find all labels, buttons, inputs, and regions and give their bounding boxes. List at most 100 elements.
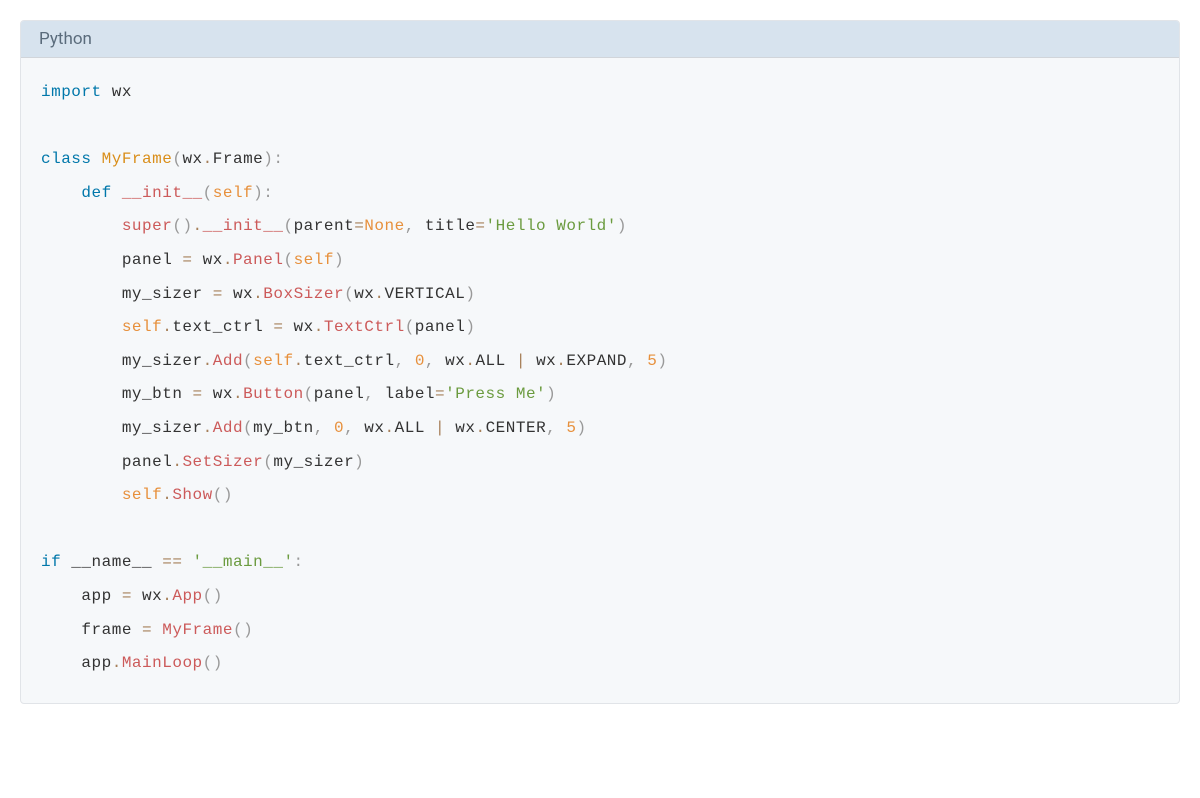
code-token: self bbox=[122, 486, 162, 504]
code-token: 0 bbox=[334, 419, 344, 437]
code-token: ) bbox=[465, 285, 475, 303]
code-token: label bbox=[374, 385, 435, 403]
code-line: panel.SetSizer(my_sizer) bbox=[41, 446, 1159, 480]
code-token: my_sizer bbox=[41, 419, 203, 437]
code-line: my_sizer = wx.BoxSizer(wx.VERTICAL) bbox=[41, 278, 1159, 312]
code-token: TextCtrl bbox=[324, 318, 405, 336]
code-token: wx bbox=[445, 419, 475, 437]
code-token: . bbox=[162, 486, 172, 504]
code-token: ( bbox=[344, 285, 354, 303]
code-token: Show bbox=[172, 486, 212, 504]
code-token: . bbox=[465, 352, 475, 370]
code-token: wx bbox=[435, 352, 465, 370]
code-token: . bbox=[203, 419, 213, 437]
code-token: , bbox=[546, 419, 556, 437]
code-token: class bbox=[41, 150, 92, 168]
code-token: . bbox=[253, 285, 263, 303]
code-body[interactable]: import wx class MyFrame(wx.Frame): def _… bbox=[21, 58, 1179, 703]
code-token: ) bbox=[243, 621, 253, 639]
code-token: ( bbox=[203, 184, 213, 202]
code-token: panel bbox=[314, 385, 365, 403]
code-token: ( bbox=[405, 318, 415, 336]
code-token: __init__ bbox=[203, 217, 284, 235]
code-language-header: Python bbox=[21, 21, 1179, 58]
code-token: . bbox=[385, 419, 395, 437]
code-token: text_ctrl bbox=[172, 318, 273, 336]
code-token: self bbox=[253, 352, 293, 370]
code-token: . bbox=[556, 352, 566, 370]
code-token bbox=[152, 621, 162, 639]
code-token: == bbox=[162, 553, 182, 571]
code-token: 0 bbox=[415, 352, 425, 370]
code-token: , bbox=[344, 419, 354, 437]
code-line: if __name__ == '__main__': bbox=[41, 546, 1159, 580]
code-token: EXPAND bbox=[566, 352, 627, 370]
code-token: my_sizer bbox=[41, 285, 213, 303]
code-token: | bbox=[435, 419, 445, 437]
code-token: ) bbox=[354, 453, 364, 471]
code-token: wx bbox=[354, 285, 374, 303]
code-line: self.text_ctrl = wx.TextCtrl(panel) bbox=[41, 311, 1159, 345]
code-token: ALL bbox=[475, 352, 515, 370]
code-token: MyFrame bbox=[102, 150, 173, 168]
code-token: __name__ bbox=[61, 553, 162, 571]
code-token: super bbox=[122, 217, 173, 235]
code-token: = bbox=[122, 587, 132, 605]
code-token: ( bbox=[263, 453, 273, 471]
code-token: text_ctrl bbox=[304, 352, 395, 370]
code-token: 5 bbox=[566, 419, 576, 437]
code-token: . bbox=[172, 453, 182, 471]
code-token: . bbox=[112, 654, 122, 672]
code-token: panel bbox=[41, 453, 172, 471]
code-token: my_btn bbox=[41, 385, 193, 403]
code-token: , bbox=[425, 352, 435, 370]
code-token: ( bbox=[304, 385, 314, 403]
code-token: ) bbox=[213, 654, 223, 672]
code-token: = bbox=[273, 318, 283, 336]
code-token: VERTICAL bbox=[385, 285, 466, 303]
code-token: __init__ bbox=[122, 184, 203, 202]
code-token: parent bbox=[294, 217, 355, 235]
code-token: ( bbox=[283, 217, 293, 235]
code-line: app.MainLoop() bbox=[41, 647, 1159, 681]
code-token: . bbox=[314, 318, 324, 336]
code-token: my_sizer bbox=[273, 453, 354, 471]
code-token: title bbox=[415, 217, 476, 235]
code-token: : bbox=[263, 184, 273, 202]
code-token: my_btn bbox=[253, 419, 314, 437]
code-line bbox=[41, 110, 1159, 144]
code-token: ) bbox=[334, 251, 344, 269]
code-token: Add bbox=[213, 419, 243, 437]
code-token: None bbox=[364, 217, 404, 235]
code-token: = bbox=[182, 251, 192, 269]
code-token: , bbox=[364, 385, 374, 403]
code-line: import wx bbox=[41, 76, 1159, 110]
code-token bbox=[41, 217, 122, 235]
code-token: App bbox=[172, 587, 202, 605]
code-token: MainLoop bbox=[122, 654, 203, 672]
code-token: if bbox=[41, 553, 61, 571]
code-token: CENTER bbox=[486, 419, 547, 437]
code-token: . bbox=[203, 150, 213, 168]
code-token: . bbox=[203, 352, 213, 370]
code-token: ( bbox=[172, 150, 182, 168]
code-token: wx bbox=[102, 83, 132, 101]
code-token: ) bbox=[223, 486, 233, 504]
code-token: = bbox=[193, 385, 203, 403]
code-token: ( bbox=[213, 486, 223, 504]
code-token: . bbox=[162, 318, 172, 336]
code-token: ( bbox=[203, 654, 213, 672]
code-line: my_sizer.Add(self.text_ctrl, 0, wx.ALL |… bbox=[41, 345, 1159, 379]
code-token: wx bbox=[132, 587, 162, 605]
code-token: . bbox=[294, 352, 304, 370]
code-token: . bbox=[162, 587, 172, 605]
code-token: Panel bbox=[233, 251, 284, 269]
code-token: Add bbox=[213, 352, 243, 370]
code-token: | bbox=[516, 352, 526, 370]
code-token: ( bbox=[243, 352, 253, 370]
code-token bbox=[41, 318, 122, 336]
code-token: wx bbox=[283, 318, 313, 336]
code-line: panel = wx.Panel(self) bbox=[41, 244, 1159, 278]
code-token: ) bbox=[253, 184, 263, 202]
code-token bbox=[556, 419, 566, 437]
